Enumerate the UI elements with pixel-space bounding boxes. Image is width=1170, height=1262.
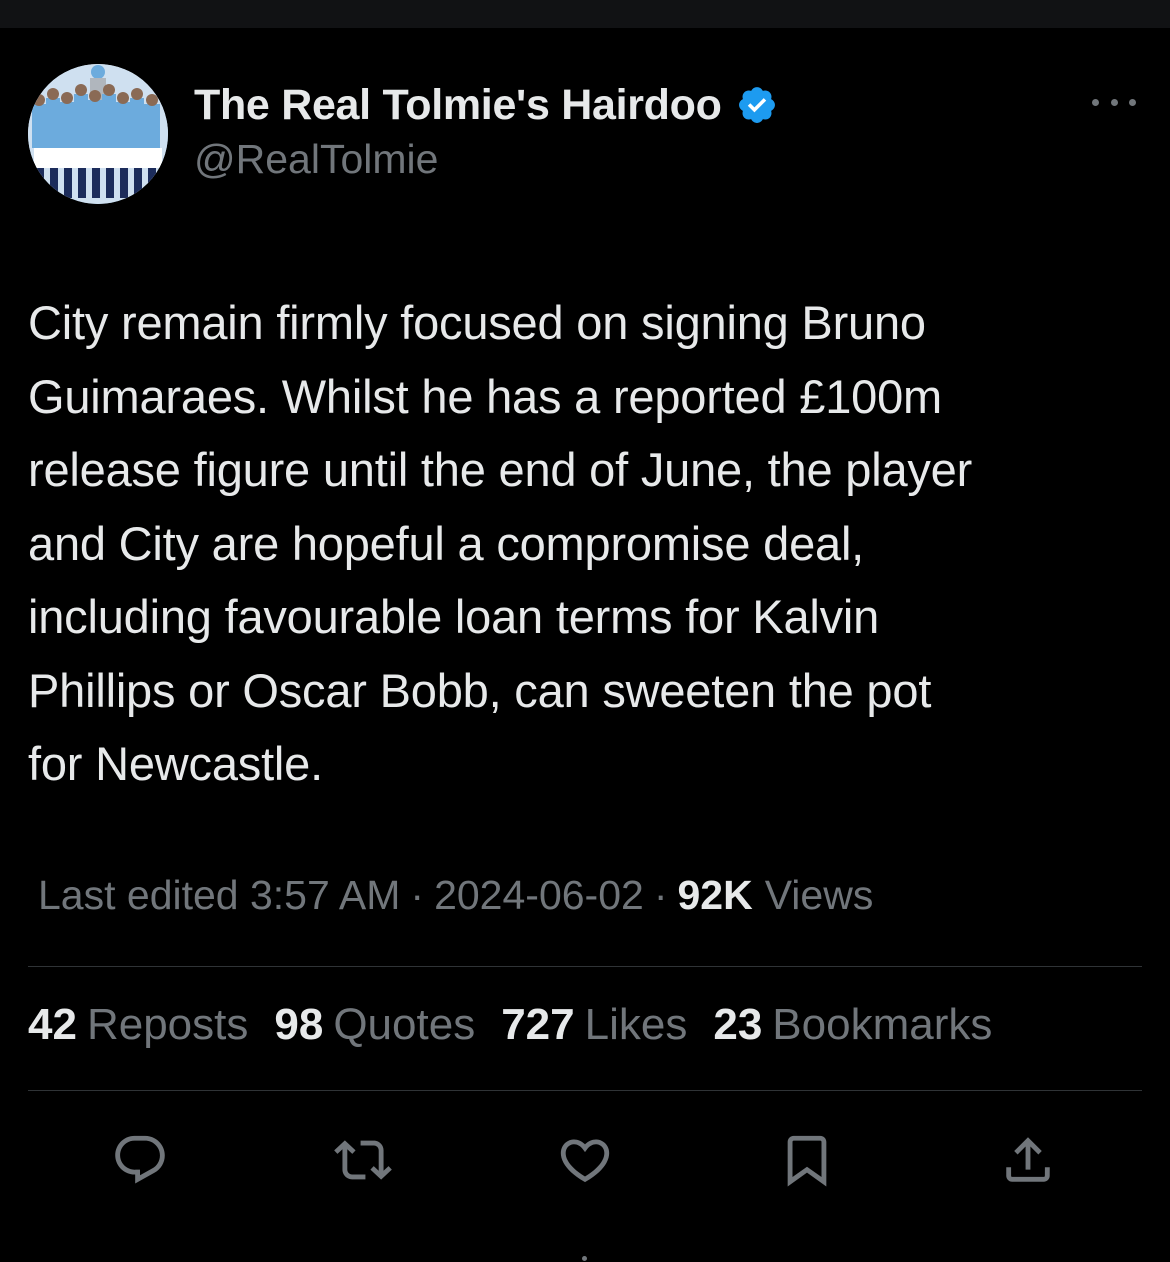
stat-label: Reposts (86, 1000, 249, 1049)
meta-separator: · (653, 872, 668, 918)
display-name-row: The Real Tolmie's Hairdoo (194, 76, 778, 134)
reply-icon (115, 1135, 165, 1184)
stat-count: 42 (28, 1000, 77, 1049)
stat-bookmarks[interactable]: 23 Bookmarks (713, 1000, 992, 1050)
like-icon (560, 1139, 610, 1183)
scroll-indicator (582, 1256, 587, 1261)
views-label: Views (764, 872, 874, 918)
views-count: 92K (677, 872, 753, 918)
divider (28, 1090, 1142, 1091)
more-dot (1129, 98, 1136, 106)
more-options-icon[interactable] (1092, 92, 1136, 112)
stat-label: Bookmarks (772, 1000, 993, 1049)
more-dot (1110, 98, 1118, 106)
reply-button[interactable] (110, 1130, 170, 1190)
edited-timestamp[interactable]: Last edited 3:57 AM (38, 872, 400, 919)
stat-quotes[interactable]: 98 Quotes (274, 1000, 475, 1050)
stat-likes[interactable]: 727 Likes (501, 1000, 687, 1050)
engagement-stats: 42 Reposts 98 Quotes 727 Likes 23 Bookma… (28, 1000, 1018, 1050)
like-button[interactable] (555, 1130, 615, 1190)
stat-label: Quotes (333, 1000, 476, 1049)
share-button[interactable] (998, 1130, 1058, 1190)
author-handle[interactable]: @RealTolmie (194, 136, 778, 183)
tweet-meta: Last edited 3:57 AM · 2024-06-02 · 92K V… (38, 872, 873, 919)
stat-count: 727 (501, 1000, 575, 1049)
divider (28, 966, 1142, 967)
verified-badge-icon[interactable] (736, 84, 778, 126)
stat-count: 23 (713, 1000, 763, 1049)
bookmark-icon (787, 1135, 827, 1187)
meta-separator: · (410, 872, 425, 918)
top-status-strip (0, 0, 1170, 28)
author-names: The Real Tolmie's Hairdoo @RealTolmie (194, 76, 778, 183)
stat-label: Likes (584, 1000, 688, 1049)
tweet-header: The Real Tolmie's Hairdoo @RealTolmie (28, 64, 1142, 206)
repost-button[interactable] (333, 1130, 393, 1190)
avatar-image (28, 64, 168, 204)
share-icon (1006, 1137, 1050, 1182)
stat-count: 98 (274, 1000, 324, 1049)
action-bar (0, 1130, 1170, 1190)
avatar[interactable] (28, 64, 168, 204)
repost-icon (334, 1140, 392, 1180)
tweet-text: City remain firmly focused on signing Br… (28, 296, 973, 790)
more-dot (1092, 98, 1099, 106)
display-name[interactable]: The Real Tolmie's Hairdoo (194, 81, 722, 130)
stat-reposts[interactable]: 42 Reposts (28, 1000, 248, 1050)
tweet-date[interactable]: 2024-06-02 (434, 872, 644, 919)
bookmark-button[interactable] (777, 1130, 837, 1190)
